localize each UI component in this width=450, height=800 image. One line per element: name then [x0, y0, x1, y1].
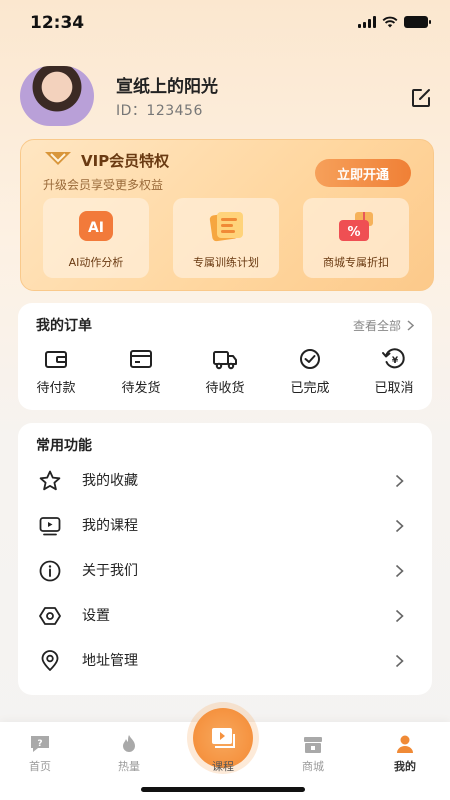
tab-profile[interactable]: 我的 [375, 734, 435, 774]
edit-icon[interactable] [409, 86, 433, 110]
order-label: 待发货 [121, 381, 161, 396]
vip-title: VIP会员特权 [81, 152, 170, 170]
user-id: ID：123456 [116, 103, 203, 119]
svg-text:?: ? [37, 739, 42, 749]
svg-text:¥: ¥ [392, 356, 399, 366]
avatar[interactable] [20, 66, 94, 126]
home-indicator [141, 787, 305, 792]
profile-header: 宣纸上的阳光 ID：123456 [20, 66, 435, 126]
tab-label: 热量 [118, 760, 140, 773]
order-label: 待付款 [36, 381, 76, 396]
chevron-right-icon [407, 320, 414, 331]
tab-label: 商城 [302, 760, 324, 773]
menu-item-address[interactable]: 地址管理 [18, 640, 432, 680]
functions-card: 常用功能 我的收藏 我的课程 关于我们 设置 地址管理 [18, 423, 432, 695]
functions-title: 常用功能 [36, 438, 92, 454]
menu-item-my-courses[interactable]: 我的课程 [18, 505, 432, 545]
vip-benefit-discount[interactable]: % 商城专属折扣 [303, 198, 409, 278]
tab-label: 课程 [212, 760, 234, 773]
tab-calories[interactable]: 热量 [99, 734, 159, 774]
tab-label: 我的 [394, 760, 416, 773]
home-icon: ? [31, 736, 49, 752]
tab-label: 首页 [29, 760, 51, 773]
star-icon [39, 470, 61, 491]
vip-card: VIP会员特权 升级会员享受更多权益 立即开通 AI AI动作分析 专属训练计划… [20, 139, 434, 291]
menu-item-label: 地址管理 [82, 653, 138, 669]
shop-icon [304, 737, 322, 753]
signal-icon [358, 16, 376, 28]
vip-benefit-ai[interactable]: AI AI动作分析 [43, 198, 149, 278]
user-icon [397, 735, 413, 753]
svg-text:AI: AI [88, 220, 104, 236]
wifi-icon [382, 16, 398, 28]
chevron-right-icon [395, 654, 404, 668]
card-icon [130, 350, 152, 368]
status-time: 12:34 [30, 13, 85, 33]
flame-icon [123, 735, 135, 752]
tab-shop[interactable]: 商城 [283, 734, 343, 774]
status-icons [358, 16, 431, 28]
chevron-right-icon [395, 564, 404, 578]
discount-icon: % [339, 212, 373, 241]
view-all-orders-link[interactable]: 查看全部 [353, 317, 414, 334]
vip-benefit-label: AI动作分析 [68, 256, 124, 269]
battery-icon [404, 16, 431, 28]
chevron-right-icon [395, 519, 404, 533]
menu-item-label: 我的课程 [82, 518, 138, 534]
video-icon [39, 517, 61, 536]
refund-icon: ¥ [382, 348, 405, 369]
check-circle-icon [300, 349, 320, 369]
order-pending-receipt[interactable]: 待收货 [190, 347, 260, 396]
truck-icon [213, 351, 237, 370]
menu-item-label: 我的收藏 [82, 473, 138, 489]
chevron-right-icon [395, 609, 404, 623]
settings-icon [39, 607, 61, 625]
username: 宣纸上的阳光 [116, 77, 218, 97]
info-icon [39, 560, 61, 582]
orders-card: 我的订单 查看全部 待付款 待发货 待收货 已完成 ¥ 已取消 [18, 303, 432, 410]
menu-item-about-us[interactable]: 关于我们 [18, 550, 432, 590]
vip-subtitle: 升级会员享受更多权益 [43, 178, 164, 192]
activate-vip-button[interactable]: 立即开通 [315, 159, 411, 187]
vip-benefit-label: 专属训练计划 [193, 256, 259, 269]
svg-text:%: % [347, 225, 360, 240]
order-completed[interactable]: 已完成 [275, 347, 345, 396]
ai-icon: AI [79, 211, 113, 241]
menu-item-label: 设置 [82, 608, 110, 624]
tab-home[interactable]: ? 首页 [10, 734, 70, 774]
menu-item-label: 关于我们 [82, 563, 138, 579]
order-pending-payment[interactable]: 待付款 [21, 347, 91, 396]
course-icon [212, 728, 235, 748]
order-pending-shipment[interactable]: 待发货 [106, 347, 176, 396]
wallet-icon [45, 351, 67, 368]
order-label: 待收货 [205, 381, 245, 396]
chevron-right-icon [395, 474, 404, 488]
vip-benefit-label: 商城专属折扣 [323, 256, 389, 269]
orders-title: 我的订单 [36, 318, 92, 334]
order-label: 已完成 [290, 381, 330, 396]
menu-item-settings[interactable]: 设置 [18, 595, 432, 635]
location-icon [41, 650, 59, 671]
order-label: 已取消 [374, 381, 414, 396]
view-all-label: 查看全部 [352, 319, 401, 333]
vip-benefit-plan[interactable]: 专属训练计划 [173, 198, 279, 278]
order-cancelled[interactable]: ¥ 已取消 [359, 347, 429, 396]
plan-icon [209, 212, 243, 242]
vip-crown-icon [45, 152, 71, 165]
status-bar: 12:34 [0, 0, 450, 46]
menu-item-favorites[interactable]: 我的收藏 [18, 460, 432, 500]
